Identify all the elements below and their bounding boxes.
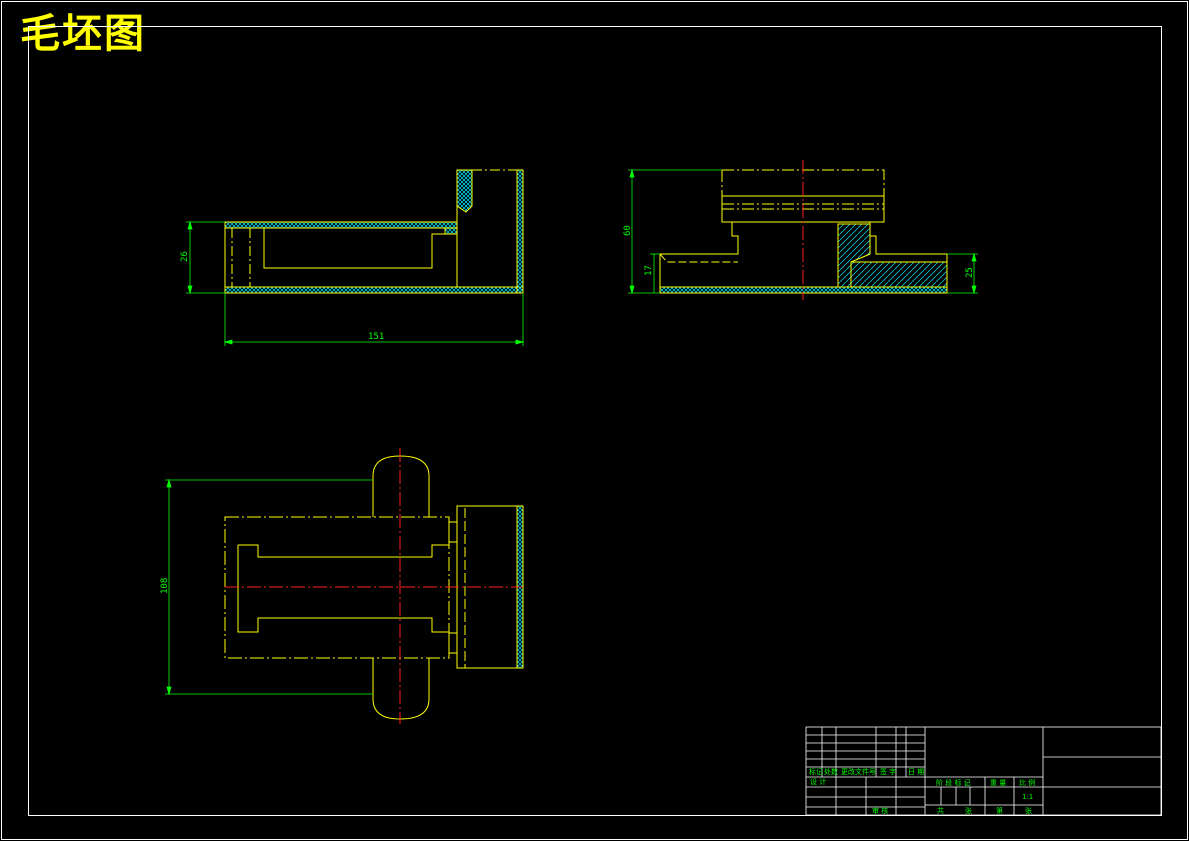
tb-label-sheet-no: 第	[996, 806, 1003, 815]
front-top-wall	[224, 221, 458, 229]
front-view	[224, 169, 524, 294]
inner-frame	[28, 26, 1162, 816]
dim-front-length: 151	[368, 332, 384, 342]
front-right-wall	[516, 169, 524, 294]
tb-label-sheets-1: 张	[965, 806, 972, 815]
tb-label-design: 设 计	[810, 777, 826, 786]
plan-bottom-lug	[372, 658, 430, 720]
front-upper-block	[456, 169, 473, 213]
tb-label-count: 处数	[824, 767, 838, 776]
tb-label-change-doc: 更改文件号	[841, 767, 876, 776]
dim-side-step-height: 17	[644, 265, 654, 276]
tb-label-total: 共	[937, 806, 944, 815]
dim-side-right-height: 25	[965, 267, 975, 278]
tb-label-review: 审 核	[872, 806, 888, 815]
dim-side-total-height: 60	[623, 225, 633, 236]
front-lip	[444, 227, 458, 235]
front-dimensions	[186, 220, 525, 346]
tb-scale-value: 1:1	[1022, 793, 1033, 801]
plan-inner-slot	[237, 544, 449, 633]
front-inner-pocket	[263, 228, 445, 269]
plan-centerlines	[225, 448, 523, 724]
tb-label-stage: 阶 段 标 记	[936, 778, 971, 787]
tb-label-sheets-2: 张	[1025, 806, 1032, 815]
outer-frame	[1, 1, 1188, 840]
tb-label-sign: 签 字	[880, 767, 896, 776]
tb-label-scale: 比 例	[1019, 778, 1035, 787]
dim-plan-height: 108	[160, 578, 170, 594]
plan-top-lug	[372, 455, 430, 517]
tb-label-weight: 重 量	[990, 779, 1006, 787]
dim-front-height: 26	[180, 251, 190, 262]
front-bottom-wall	[224, 286, 524, 294]
tb-label-mark: 标记	[809, 767, 823, 776]
tb-label-date: 日 期	[908, 768, 924, 776]
cad-drawing-canvas: 151 26 60 17 25 108 标记 处数 更改文件号 签 字 日 期 …	[1, 1, 1188, 840]
